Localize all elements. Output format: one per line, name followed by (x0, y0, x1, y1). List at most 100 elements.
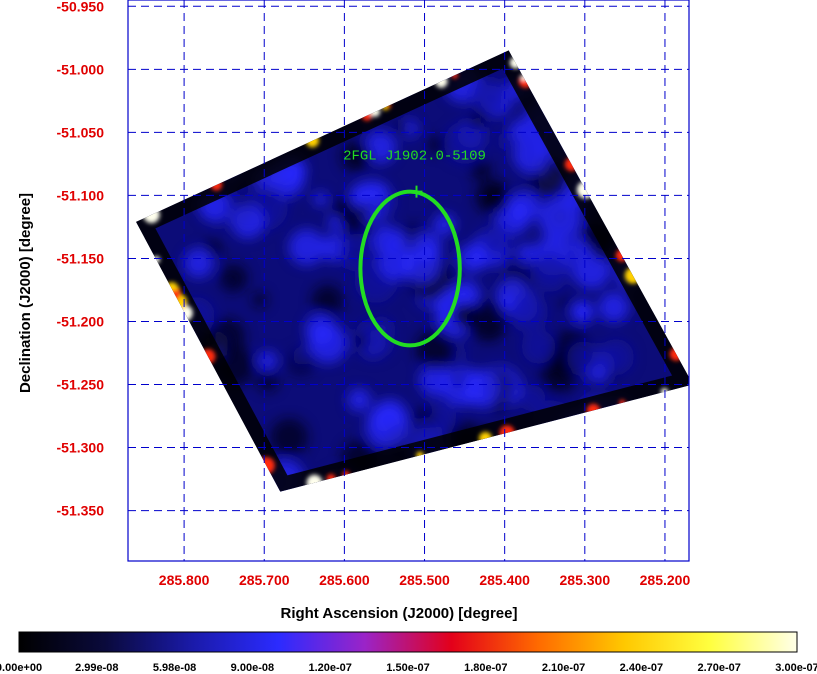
noise-blob (258, 82, 276, 100)
colorbar-tick-label: 0.00e+00 (0, 662, 42, 674)
noise-blob (185, 165, 204, 184)
colorbar-gradient (18, 631, 798, 653)
noise-blob (224, 113, 250, 139)
hot-spot (370, 106, 381, 117)
noise-blob (509, 294, 548, 333)
noise-blob (537, 478, 555, 492)
noise-blob (313, 191, 328, 207)
hot-spot (451, 72, 458, 79)
noise-blob (188, 382, 212, 406)
hot-spot (169, 289, 181, 301)
noise-blob (252, 292, 268, 308)
hot-spot (499, 425, 515, 441)
noise-blob (242, 99, 264, 121)
noise-blob (561, 431, 602, 472)
noise-blob (501, 447, 515, 461)
noise-blob (521, 330, 556, 364)
noise-blob (604, 98, 623, 117)
noise-blob (288, 229, 326, 266)
x-tick-label: 285.600 (319, 572, 370, 588)
x-tick-label: 285.800 (159, 572, 210, 588)
noise-blob (353, 334, 368, 348)
hot-spot (520, 74, 527, 81)
noise-blob (597, 69, 634, 106)
x-tick-label: 285.500 (399, 572, 450, 588)
noise-blob (179, 422, 196, 439)
colorbar: 0.00e+00 2.99e-08 5.98e-08 9.00e-08 1.20e-07… (0, 631, 817, 674)
noise-blob (469, 111, 488, 129)
colorbar-tick-label: 2.10e-07 (542, 662, 585, 674)
hot-spot (152, 256, 160, 264)
noise-blob (209, 419, 231, 441)
hot-spot (435, 75, 448, 88)
plot-area: 2FGL J1902.0-5109 (128, 0, 689, 561)
noise-blob (205, 112, 219, 126)
noise-blob (219, 264, 248, 293)
noise-blob (171, 131, 208, 168)
noise-blob (489, 438, 529, 479)
hot-spot (361, 110, 373, 121)
y-tick-label: -51.250 (57, 377, 105, 393)
hot-spot (200, 349, 216, 364)
noise-blob (560, 297, 573, 309)
noise-blob (223, 107, 238, 122)
y-tick-labels: -50.950 -51.000 -51.050 -51.100 -51.150 -51.2… (57, 0, 105, 519)
noise-blob (230, 204, 266, 239)
noise-blob (443, 465, 462, 484)
colorbar-tick-label: 5.98e-08 (153, 662, 196, 674)
noise-blob (226, 93, 239, 105)
noise-blob (192, 88, 208, 104)
hot-spot (564, 157, 579, 172)
hot-spot (586, 403, 601, 418)
noise-blob (217, 149, 244, 176)
y-tick-label: -51.100 (57, 187, 105, 203)
noise-blob (196, 104, 232, 141)
noise-blob (216, 445, 250, 480)
noise-blob (497, 134, 514, 150)
noise-blob (501, 456, 532, 487)
y-tick-label: -51.300 (57, 440, 105, 456)
colorbar-tick-label: 2.40e-07 (620, 662, 663, 674)
noise-blob (394, 121, 409, 136)
x-tick-label: 285.300 (560, 572, 611, 588)
noise-blob (461, 458, 474, 471)
hot-spot (210, 179, 223, 191)
noise-blob (606, 93, 621, 109)
noise-blob (606, 127, 636, 156)
hot-spot (479, 431, 492, 445)
noise-blob (163, 453, 186, 475)
colorbar-tick-label: 1.20e-07 (308, 662, 351, 674)
x-tick-label: 285.400 (479, 572, 530, 588)
noise-blob (410, 231, 442, 263)
noise-blob (567, 114, 589, 137)
noise-blob (590, 408, 607, 425)
colorbar-tick-label: 3.00e-07 (775, 662, 817, 674)
y-tick-label: -51.000 (57, 61, 105, 77)
noise-blob (183, 248, 214, 279)
y-axis-label: Declination (J2000) [degree] (17, 193, 34, 393)
noise-blob (193, 61, 226, 94)
hot-spot (326, 473, 336, 484)
noise-blob (537, 65, 579, 107)
noise-blob (462, 369, 502, 409)
noise-blob (585, 421, 629, 464)
skymap-chart: 2FGL J1902.0-5109 -50.950-51.000-51.050-… (0, 0, 817, 674)
noise-blob (431, 465, 453, 488)
noise-blob (377, 244, 415, 281)
x-tick-label: 285.200 (640, 572, 691, 588)
hot-spot (416, 451, 424, 460)
y-tick-label: -50.950 (57, 0, 105, 14)
noise-blob (483, 183, 510, 210)
hot-spot (342, 470, 350, 479)
noise-blob (616, 153, 649, 186)
noise-blob (508, 190, 541, 223)
noise-blob (567, 341, 601, 376)
noise-blob (232, 85, 260, 113)
hot-spot (143, 206, 160, 224)
noise-blob (573, 303, 591, 321)
hot-spot (618, 399, 626, 407)
y-tick-label: -51.150 (57, 250, 105, 266)
hot-spot (257, 457, 275, 475)
noise-blob (511, 463, 547, 492)
noise-blob (391, 231, 409, 249)
